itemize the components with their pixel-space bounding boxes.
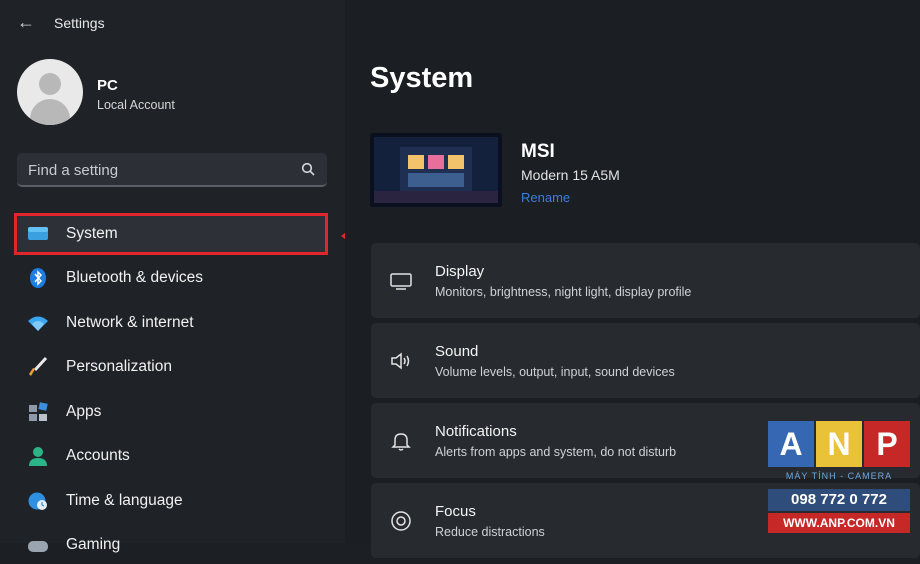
highlight-box (14, 213, 328, 255)
display-card[interactable]: Display Monitors, brightness, night ligh… (371, 243, 920, 318)
sidebar-item-label: Network & internet (66, 314, 194, 331)
display-icon (390, 273, 412, 290)
device-model: Modern 15 A5M (521, 167, 620, 183)
user-name: PC (97, 77, 118, 94)
card-subtitle: Volume levels, output, input, sound devi… (435, 365, 675, 379)
rename-link[interactable]: Rename (521, 190, 570, 205)
watermark-logo: A N P MÁY TÍNH - CAMERA 098 772 0 772 WW… (768, 421, 910, 543)
brush-icon (29, 357, 48, 376)
bell-icon (391, 433, 411, 451)
focus-icon (391, 511, 411, 531)
wifi-icon (28, 316, 48, 331)
sidebar-item-gaming[interactable]: Gaming (17, 526, 327, 564)
sidebar-item-label: Bluetooth & devices (66, 269, 204, 286)
watermark-website: WWW.ANP.COM.VN (768, 513, 910, 533)
card-title: Notifications (435, 423, 517, 440)
search-icon[interactable] (301, 162, 315, 176)
sidebar-item-bluetooth[interactable]: Bluetooth & devices (17, 259, 327, 297)
card-subtitle: Reduce distractions (435, 525, 545, 539)
avatar[interactable] (17, 59, 83, 125)
sound-card[interactable]: Sound Volume levels, output, input, soun… (371, 323, 920, 398)
window-title: Settings (54, 15, 105, 31)
device-wallpaper-thumbnail (370, 133, 502, 207)
card-title: Focus (435, 503, 476, 520)
search-box[interactable]: Find a setting (17, 153, 327, 187)
account-type: Local Account (97, 98, 175, 112)
card-subtitle: Alerts from apps and system, do not dist… (435, 445, 677, 459)
gamepad-icon (28, 541, 48, 552)
sidebar-item-label: Apps (66, 403, 102, 420)
sidebar-item-time-language[interactable]: Time & language (17, 482, 327, 520)
apps-icon (29, 402, 48, 421)
speaker-icon (391, 352, 410, 370)
watermark-phone: 098 772 0 772 (768, 489, 910, 511)
watermark-letter: N (816, 421, 862, 467)
bluetooth-icon (30, 268, 46, 288)
person-icon (29, 447, 47, 466)
watermark-tagline: MÁY TÍNH - CAMERA (785, 471, 893, 481)
globe-clock-icon (28, 492, 47, 510)
sidebar-item-personalization[interactable]: Personalization (17, 348, 327, 386)
sidebar-item-label: Gaming (66, 536, 121, 553)
watermark-letter: A (768, 421, 814, 467)
sidebar-item-label: Accounts (66, 447, 130, 464)
card-title: Display (435, 263, 485, 280)
page-title: System (370, 62, 474, 94)
search-input[interactable]: Find a setting (28, 162, 118, 179)
card-subtitle: Monitors, brightness, night light, displ… (435, 285, 692, 299)
sidebar: ← Settings PC Local Account Find a setti… (0, 0, 345, 553)
sidebar-item-network[interactable]: Network & internet (17, 304, 327, 342)
device-name: MSI (521, 141, 555, 162)
sidebar-item-label: Personalization (66, 358, 172, 375)
watermark-letter: P (864, 421, 910, 467)
back-arrow-icon[interactable]: ← (16, 12, 36, 32)
sidebar-item-label: Time & language (66, 492, 183, 509)
sidebar-item-apps[interactable]: Apps (17, 393, 327, 431)
card-title: Sound (435, 343, 479, 360)
sidebar-item-accounts[interactable]: Accounts (17, 437, 327, 475)
